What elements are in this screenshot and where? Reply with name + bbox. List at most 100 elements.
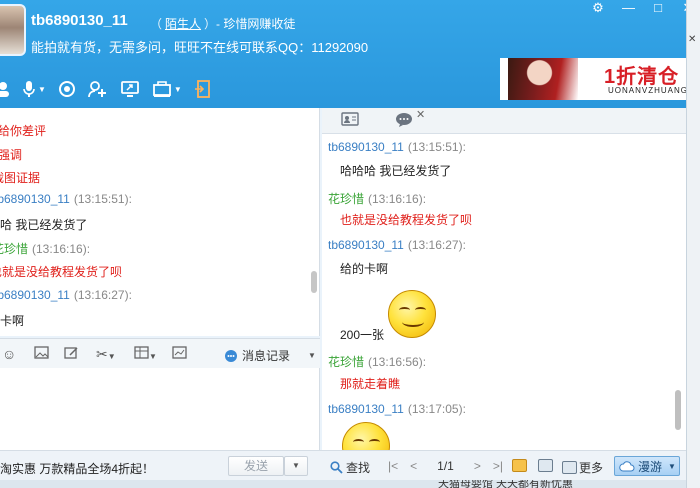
stranger-link[interactable]: 陌生人 bbox=[165, 17, 201, 31]
profile-card-icon[interactable] bbox=[338, 112, 362, 130]
contact-nickname[interactable]: tb6890130_11 bbox=[31, 12, 128, 29]
contact-signature: 能拍就有货，无需多问，旺旺不在线可联系QQ：11292090 bbox=[31, 40, 369, 55]
message-header: tb6890130_11 (13:16:27): bbox=[0, 288, 132, 302]
chart-icon[interactable] bbox=[172, 346, 187, 362]
search-icon bbox=[330, 461, 343, 474]
message-text: 截图证据 bbox=[0, 171, 41, 185]
chevron-down-icon[interactable]: ▼ bbox=[308, 351, 316, 360]
outer-window-edge: ✕ bbox=[686, 0, 700, 488]
first-page-icon[interactable]: |< bbox=[388, 459, 398, 473]
history-label: 消息记录 bbox=[242, 349, 291, 363]
maximize-icon[interactable]: □ bbox=[652, 0, 664, 16]
left-scrollbar-thumb[interactable] bbox=[311, 271, 317, 293]
ad-banner[interactable]: 1折清仓 UONANVZHUANG bbox=[500, 58, 686, 100]
left-chat-history: 给你差评 强调 截图证据 tb6890130_11(13:15:51): 哈哈 … bbox=[0, 108, 320, 336]
screenshot-scissors-icon[interactable]: ✂▼ bbox=[96, 346, 116, 363]
more-icon bbox=[562, 461, 577, 474]
message-time: (13:15:51): bbox=[73, 192, 132, 206]
ad-subline: UONANVZHUANG bbox=[608, 86, 686, 95]
message-text: 给卡啊 bbox=[0, 314, 25, 328]
find-button[interactable]: 查找 bbox=[330, 459, 370, 476]
shop-name[interactable]: - 珍惜网赚收徒 bbox=[216, 15, 295, 32]
more-label: 更多 bbox=[579, 461, 604, 475]
send-options-button[interactable]: ▼ bbox=[284, 456, 308, 476]
sender-name[interactable]: tb6890130_11 bbox=[0, 288, 70, 302]
message-time: (13:15:51): bbox=[407, 140, 466, 154]
video-icon[interactable] bbox=[58, 77, 76, 101]
ad-model-image bbox=[508, 58, 578, 100]
sender-name[interactable]: 花珍惜 bbox=[328, 192, 364, 206]
user-icon[interactable] bbox=[0, 77, 10, 101]
chat-bubble-icon[interactable] bbox=[392, 112, 416, 130]
next-page-icon[interactable]: > bbox=[474, 459, 481, 473]
message-text: 也就是没给教程发货了呗 bbox=[340, 213, 473, 227]
cloud-icon bbox=[619, 461, 635, 472]
footer-ad-text[interactable]: 天猫母婴馆 天天都有新优惠 bbox=[438, 480, 573, 488]
minimize-icon[interactable]: — bbox=[622, 0, 635, 16]
page-indicator: 1/1 bbox=[437, 459, 454, 473]
message-input[interactable] bbox=[0, 368, 320, 450]
folder-icon[interactable] bbox=[538, 459, 553, 472]
close-icon[interactable]: ✕ bbox=[688, 34, 696, 45]
message-text: 200一张 bbox=[340, 328, 385, 342]
chat-header: tb6890130_11 （陌生人） - 珍惜网赚收徒 能拍就有货，无需多问，旺… bbox=[0, 0, 700, 108]
file-transfer-icon[interactable] bbox=[194, 77, 212, 101]
right-scrollbar-thumb[interactable] bbox=[675, 390, 681, 430]
message-text: 哈哈 我已经发货了 bbox=[0, 218, 88, 232]
close-icon[interactable]: ✕ bbox=[416, 108, 425, 121]
message-text: 给你差评 bbox=[0, 124, 47, 138]
table-icon[interactable]: ▼ bbox=[134, 346, 157, 362]
roam-button[interactable]: 漫游 ▼ bbox=[614, 456, 680, 476]
edit-icon[interactable] bbox=[64, 346, 79, 362]
message-header: 花珍惜 (13:16:16): bbox=[0, 240, 90, 257]
grin-emoticon bbox=[388, 290, 436, 338]
message-header: tb6890130_11 (13:15:51): bbox=[328, 140, 466, 154]
sender-name[interactable]: tb6890130_11 bbox=[328, 238, 404, 252]
remote-assist-icon[interactable]: ▼ bbox=[152, 77, 182, 101]
relation-close-paren: ） bbox=[204, 17, 217, 31]
ad-headline: 1折清仓 bbox=[604, 66, 680, 88]
message-text: 给的卡啊 bbox=[340, 262, 389, 276]
sender-name[interactable]: 花珍惜 bbox=[0, 242, 28, 256]
message-header: tb6890130_11 (13:15:51): bbox=[0, 192, 132, 206]
more-button[interactable]: 更多 bbox=[562, 459, 603, 476]
window-controls: ⚙ — □ ✕ bbox=[592, 0, 694, 16]
message-time: (13:17:05): bbox=[407, 402, 466, 416]
emoji-icon[interactable]: ☺ bbox=[2, 346, 16, 362]
avatar[interactable] bbox=[0, 4, 26, 56]
message-time: (13:16:27): bbox=[407, 238, 466, 252]
add-contact-icon[interactable] bbox=[88, 77, 108, 101]
history-bubble-icon bbox=[225, 349, 237, 362]
relation-label: （陌生人） bbox=[150, 15, 216, 32]
chat-toolbar: ▼ ▼ bbox=[0, 76, 212, 102]
message-time: (13:16:56): bbox=[368, 355, 427, 369]
gear-icon[interactable]: ⚙ bbox=[592, 0, 604, 16]
message-time: (13:16:27): bbox=[73, 288, 132, 302]
message-time: (13:16:16): bbox=[368, 192, 427, 206]
grin-emoticon bbox=[342, 422, 390, 450]
pager: |< < 1/1 > >| bbox=[388, 459, 503, 473]
promo-link[interactable]: 淘实惠 万款精品全场4折起！ bbox=[0, 460, 154, 477]
relation-open-paren: （ bbox=[150, 17, 163, 31]
message-text: 也就是没给教程发货了呗 bbox=[0, 265, 123, 279]
message-history-button[interactable]: 消息记录 ▼ bbox=[224, 347, 316, 364]
roam-label: 漫游 bbox=[638, 459, 663, 474]
screen-share-icon[interactable] bbox=[120, 77, 140, 101]
image-icon[interactable] bbox=[34, 346, 49, 362]
microphone-icon[interactable]: ▼ bbox=[22, 77, 46, 101]
side-tabs: ✕ bbox=[322, 108, 686, 134]
sender-name[interactable]: tb6890130_11 bbox=[0, 192, 70, 206]
send-button[interactable]: 发送 bbox=[228, 456, 284, 476]
message-time: (13:16:16): bbox=[32, 242, 91, 256]
message-text: 哈哈哈 我已经发货了 bbox=[340, 164, 452, 178]
sender-name[interactable]: tb6890130_11 bbox=[328, 140, 404, 154]
calendar-icon[interactable] bbox=[512, 459, 527, 472]
message-text: 强调 bbox=[0, 148, 23, 162]
prev-page-icon[interactable]: < bbox=[410, 459, 417, 473]
input-toolbar: ☺ ✂▼ ▼ 消息记录 ▼ bbox=[0, 338, 320, 368]
sender-name[interactable]: tb6890130_11 bbox=[328, 402, 404, 416]
bottom-bar: 淘实惠 万款精品全场4折起！ 发送 ▼ 查找 |< < 1/1 > >| 更多 … bbox=[0, 450, 686, 480]
sender-name[interactable]: 花珍惜 bbox=[328, 355, 364, 369]
last-page-icon[interactable]: >| bbox=[493, 459, 503, 473]
message-header: 花珍惜 (13:16:16): bbox=[328, 190, 426, 207]
